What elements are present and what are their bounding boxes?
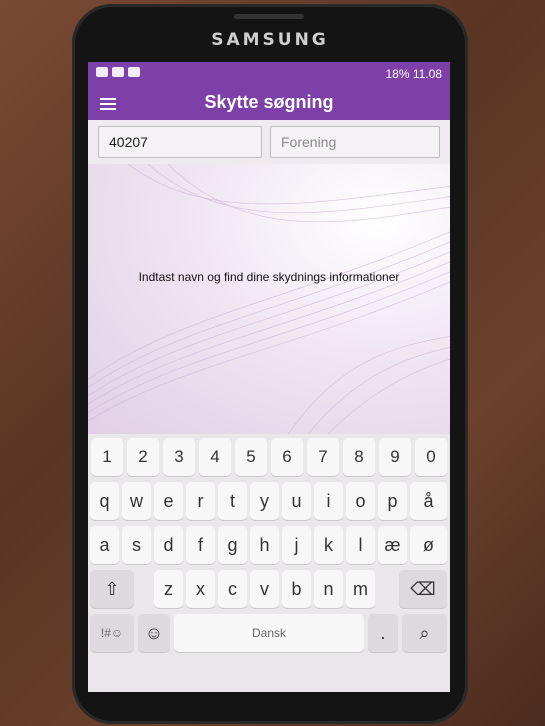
key-oe[interactable]: ø bbox=[410, 526, 447, 564]
key-6[interactable]: 6 bbox=[271, 438, 303, 476]
speaker-grille bbox=[234, 14, 304, 19]
app-bar: Skytte søgning bbox=[88, 86, 450, 120]
keyboard-row-numbers: 1 2 3 4 5 6 7 8 9 0 bbox=[88, 438, 450, 482]
status-battery-time: 18% 11.08 bbox=[385, 67, 443, 81]
key-n[interactable]: n bbox=[314, 570, 343, 608]
key-t[interactable]: t bbox=[218, 482, 247, 520]
key-i[interactable]: i bbox=[314, 482, 343, 520]
key-z[interactable]: z bbox=[154, 570, 183, 608]
status-icons-left bbox=[96, 67, 140, 77]
key-aa[interactable]: å bbox=[410, 482, 447, 520]
key-p[interactable]: p bbox=[378, 482, 407, 520]
notification-icon bbox=[96, 67, 108, 77]
keyboard: 1 2 3 4 5 6 7 8 9 0 q w e r t y u i o p … bbox=[88, 434, 450, 692]
key-r[interactable]: r bbox=[186, 482, 215, 520]
backspace-icon[interactable]: ⌫ bbox=[399, 570, 447, 608]
key-s[interactable]: s bbox=[122, 526, 151, 564]
keyboard-row-2: q w e r t y u i o p å bbox=[88, 482, 450, 526]
space-key[interactable]: Dansk bbox=[174, 614, 364, 652]
key-a[interactable]: a bbox=[90, 526, 119, 564]
background-pattern bbox=[88, 164, 450, 434]
key-y[interactable]: y bbox=[250, 482, 279, 520]
key-8[interactable]: 8 bbox=[343, 438, 375, 476]
key-3[interactable]: 3 bbox=[163, 438, 195, 476]
symbols-key[interactable]: !#☺ bbox=[90, 614, 134, 652]
instruction-text: Indtast navn og find dine skydnings info… bbox=[138, 270, 400, 284]
key-9[interactable]: 9 bbox=[379, 438, 411, 476]
key-h[interactable]: h bbox=[250, 526, 279, 564]
search-icon[interactable]: ⌕ bbox=[402, 614, 447, 652]
key-u[interactable]: u bbox=[282, 482, 311, 520]
key-5[interactable]: 5 bbox=[235, 438, 267, 476]
key-0[interactable]: 0 bbox=[415, 438, 447, 476]
device-brand: SAMSUNG bbox=[211, 30, 329, 50]
key-7[interactable]: 7 bbox=[307, 438, 339, 476]
key-b[interactable]: b bbox=[282, 570, 311, 608]
key-j[interactable]: j bbox=[282, 526, 311, 564]
member-number-input[interactable]: 40207 bbox=[98, 126, 262, 158]
key-c[interactable]: c bbox=[218, 570, 247, 608]
emoji-icon[interactable]: ☺ bbox=[138, 614, 170, 652]
key-q[interactable]: q bbox=[90, 482, 119, 520]
key-m[interactable]: m bbox=[346, 570, 375, 608]
screen: 18% 11.08 Skytte søgning 40207 Forening bbox=[88, 62, 450, 692]
key-x[interactable]: x bbox=[186, 570, 215, 608]
page-title: Skytte søgning bbox=[204, 92, 334, 112]
voicemail-icon bbox=[112, 67, 124, 77]
key-d[interactable]: d bbox=[154, 526, 183, 564]
phone-frame: SAMSUNG 18% 11.08 Skytte søgning 40207 F… bbox=[72, 4, 468, 724]
key-ae[interactable]: æ bbox=[378, 526, 407, 564]
keyboard-row-3: a s d f g h j k l æ ø bbox=[88, 526, 450, 570]
content-area: Indtast navn og find dine skydnings info… bbox=[88, 164, 450, 434]
key-w[interactable]: w bbox=[122, 482, 151, 520]
key-v[interactable]: v bbox=[250, 570, 279, 608]
keyboard-row-5: !#☺ ☺ Dansk . ⌕ bbox=[88, 614, 450, 658]
key-e[interactable]: e bbox=[154, 482, 183, 520]
key-o[interactable]: o bbox=[346, 482, 375, 520]
search-fields: 40207 Forening bbox=[98, 126, 440, 160]
key-2[interactable]: 2 bbox=[127, 438, 159, 476]
status-bar: 18% 11.08 bbox=[88, 62, 450, 86]
period-key[interactable]: . bbox=[368, 614, 398, 652]
key-f[interactable]: f bbox=[186, 526, 215, 564]
key-g[interactable]: g bbox=[218, 526, 247, 564]
key-l[interactable]: l bbox=[346, 526, 375, 564]
key-4[interactable]: 4 bbox=[199, 438, 231, 476]
shift-icon[interactable]: ⇧ bbox=[90, 570, 134, 608]
keyboard-row-4: ⇧ z x c v b n m ⌫ bbox=[88, 570, 450, 614]
key-k[interactable]: k bbox=[314, 526, 343, 564]
club-input[interactable]: Forening bbox=[270, 126, 440, 158]
key-1[interactable]: 1 bbox=[91, 438, 123, 476]
image-icon bbox=[128, 67, 140, 77]
